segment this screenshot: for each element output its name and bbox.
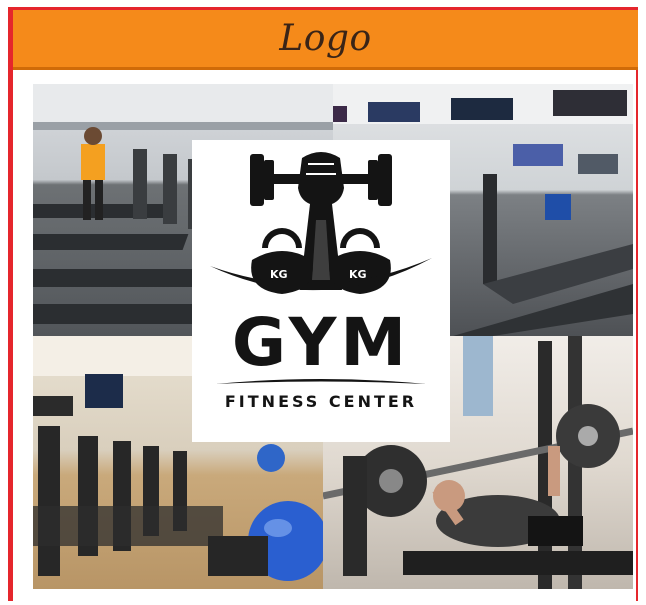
- kg-left-label: KG: [270, 268, 288, 281]
- gym-logo-text: GYM: [231, 304, 411, 381]
- fist-dumbbell-icon: KG KG: [210, 152, 432, 294]
- kg-right-label: KG: [349, 268, 367, 281]
- logo-title: Logo: [279, 18, 372, 59]
- header-bar: Logo: [13, 10, 638, 70]
- logo-underline-swoosh: [216, 379, 426, 384]
- fitness-center-text: FITNESS CENTER: [224, 392, 418, 411]
- gym-photo-collage: KG KG GYM FITNESS CENTER: [33, 84, 633, 589]
- gym-logo-card: KG KG GYM FITNESS CENTER: [192, 140, 450, 442]
